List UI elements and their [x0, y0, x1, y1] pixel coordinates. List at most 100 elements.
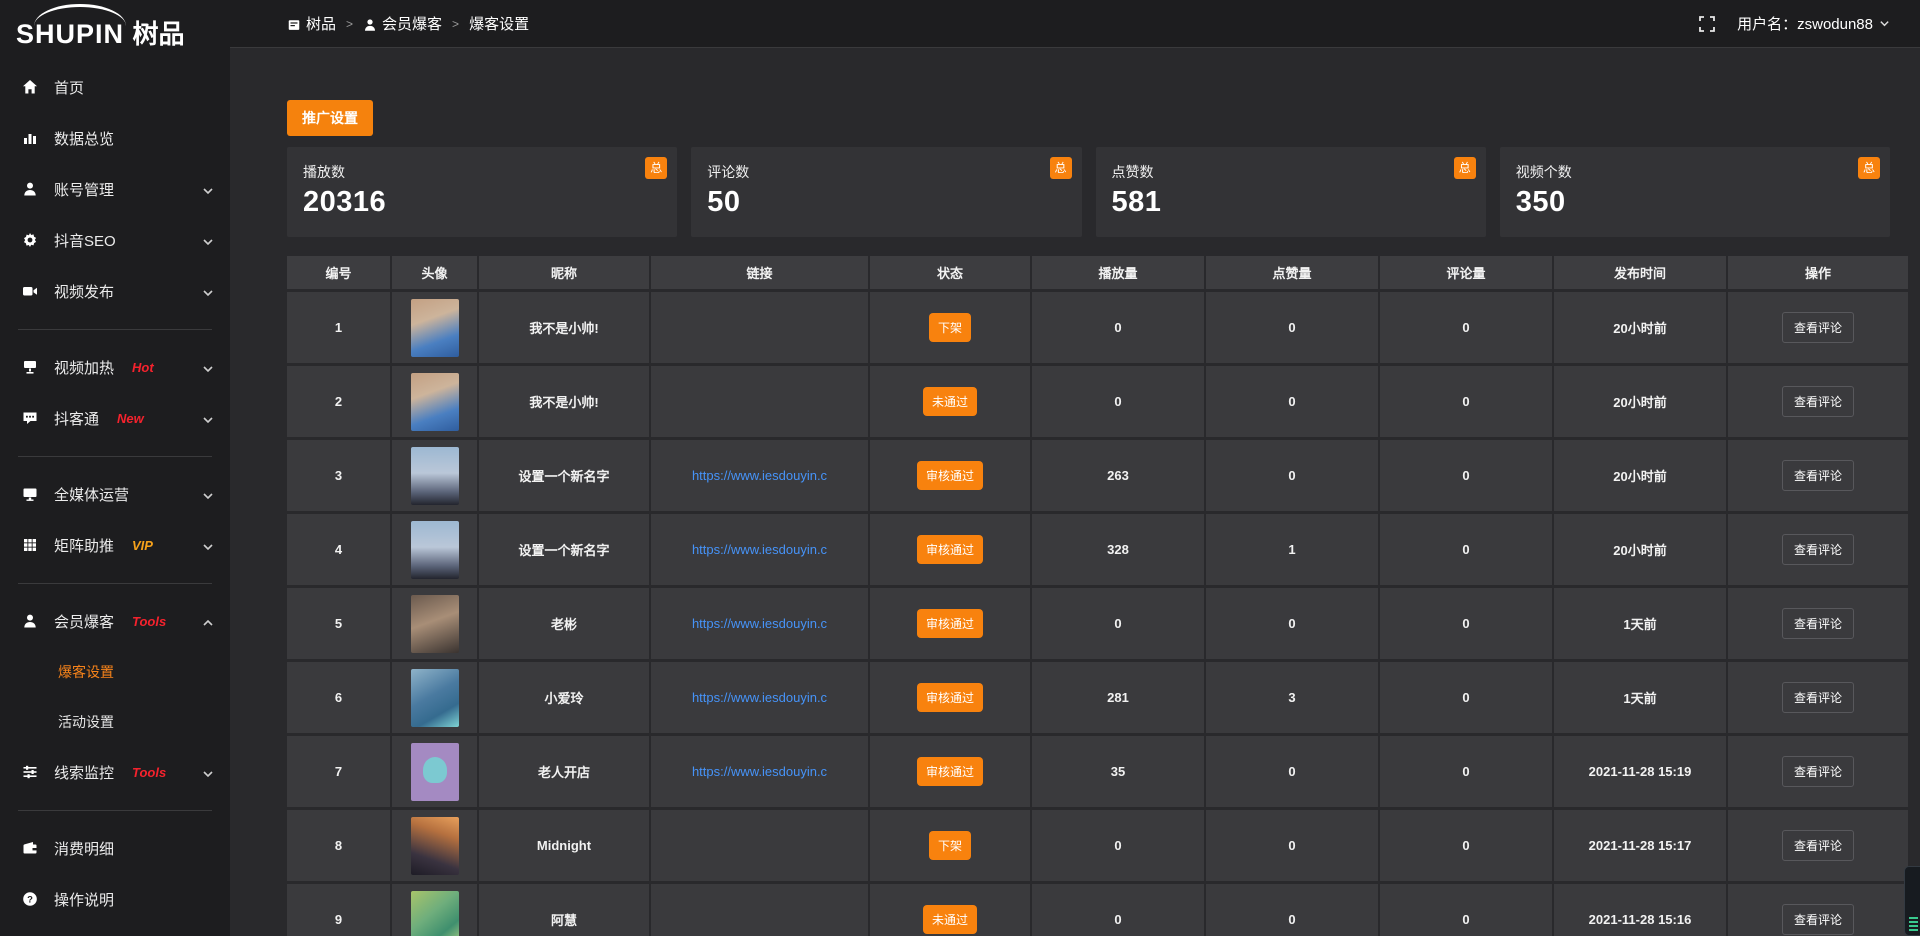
cell-status: 审核通过 [870, 440, 1030, 511]
avatar [411, 743, 459, 801]
total-badge: 总 [645, 157, 667, 179]
sidebar-item-label: 账号管理 [54, 179, 114, 200]
view-comments-button[interactable]: 查看评论 [1782, 830, 1854, 861]
cell-plays: 263 [1032, 440, 1204, 511]
stat-card-label: 点赞数 [1112, 162, 1470, 182]
sidebar-item-lead-monitor[interactable]: 线索监控Tools [0, 747, 230, 798]
cell-nickname: 我不是小帅! [479, 292, 649, 363]
sidebar-item-media-ops[interactable]: 全媒体运营 [0, 469, 230, 520]
chevron-down-icon [202, 767, 214, 779]
sliders-icon [22, 764, 39, 781]
sidebar-item-member-baoke[interactable]: 会员爆客Tools [0, 596, 230, 647]
video-link[interactable]: https://www.iesdouyin.c [692, 542, 827, 557]
breadcrumb-item-item[interactable]: 树品 [287, 13, 336, 34]
chevron-down-icon [202, 184, 214, 196]
cell-comments: 0 [1380, 662, 1552, 733]
chart-icon [22, 130, 39, 147]
cell-likes: 0 [1206, 292, 1378, 363]
sidebar-item-instructions[interactable]: ?操作说明 [0, 874, 230, 925]
view-comments-button[interactable]: 查看评论 [1782, 904, 1854, 935]
main-column: 树品>会员爆客>爆客设置 用户名：zswodun88 推广设置 播放数总 2031… [230, 0, 1920, 936]
sidebar-item-consumption-detail[interactable]: 消费明细 [0, 823, 230, 874]
status-badge: 审核通过 [917, 609, 983, 638]
chevron-down-icon [202, 489, 214, 501]
breadcrumb-item-baoke-settings: 爆客设置 [469, 13, 529, 34]
home-icon [22, 79, 39, 96]
cell-status: 审核通过 [870, 588, 1030, 659]
stat-card-label: 播放数 [303, 162, 661, 182]
sidebar-item-home[interactable]: 首页 [0, 62, 230, 113]
video-link[interactable]: https://www.iesdouyin.c [692, 690, 827, 705]
topbar: 树品>会员爆客>爆客设置 用户名：zswodun88 [230, 0, 1920, 48]
view-comments-button[interactable]: 查看评论 [1782, 534, 1854, 565]
cell-link: https://www.iesdouyin.c [651, 514, 868, 585]
sidebar-item-douketong[interactable]: 抖客通New [0, 393, 230, 444]
monitor-icon [22, 486, 39, 503]
cell-actions: 查看评论 [1728, 588, 1908, 659]
cell-avatar [392, 588, 477, 659]
sidebar: SHUPIN 树品 首页数据总览账号管理抖音SEO视频发布视频加热Hot抖客通N… [0, 0, 230, 936]
stat-card-label: 评论数 [707, 162, 1065, 182]
fullscreen-icon[interactable] [1699, 16, 1715, 32]
cell-avatar [392, 292, 477, 363]
table-header-cell: 状态 [870, 256, 1030, 289]
promo-settings-button[interactable]: 推广设置 [287, 100, 373, 136]
stat-card-value: 50 [707, 186, 1065, 219]
video-link[interactable]: https://www.iesdouyin.c [692, 616, 827, 631]
cell-likes: 3 [1206, 662, 1378, 733]
avatar [411, 299, 459, 357]
cell-id: 5 [287, 588, 390, 659]
sidebar-item-douyin-seo[interactable]: 抖音SEO [0, 215, 230, 266]
view-comments-button[interactable]: 查看评论 [1782, 608, 1854, 639]
cell-avatar [392, 366, 477, 437]
sidebar-subitem-baoke-settings[interactable]: 爆客设置 [0, 647, 230, 697]
view-comments-button[interactable]: 查看评论 [1782, 682, 1854, 713]
user-dropdown[interactable]: 用户名：zswodun88 [1737, 13, 1890, 34]
sidebar-item-matrix-boost[interactable]: 矩阵助推VIP [0, 520, 230, 571]
view-comments-button[interactable]: 查看评论 [1782, 460, 1854, 491]
cell-actions: 查看评论 [1728, 440, 1908, 511]
video-icon [22, 283, 39, 300]
brand-logo[interactable]: SHUPIN 树品 [0, 0, 230, 58]
cell-link: https://www.iesdouyin.c [651, 736, 868, 807]
sidebar-subitem-activity-settings[interactable]: 活动设置 [0, 697, 230, 747]
video-link[interactable]: https://www.iesdouyin.c [692, 764, 827, 779]
cell-id: 1 [287, 292, 390, 363]
cell-publish-time: 20小时前 [1554, 440, 1726, 511]
breadcrumb-item-member-baoke[interactable]: 会员爆客 [363, 13, 442, 34]
grid-icon [22, 537, 39, 554]
sidebar-item-video-publish[interactable]: 视频发布 [0, 266, 230, 317]
sidebar-item-badge: Tools [132, 614, 166, 629]
cell-publish-time: 1天前 [1554, 662, 1726, 733]
cell-id: 3 [287, 440, 390, 511]
chat-icon [22, 410, 39, 427]
sidebar-item-label: 首页 [54, 77, 84, 98]
cell-link [651, 884, 868, 936]
floating-extension-handle[interactable] [1904, 866, 1920, 936]
view-comments-button[interactable]: 查看评论 [1782, 312, 1854, 343]
sidebar-item-accounts[interactable]: 账号管理 [0, 164, 230, 215]
cell-comments: 0 [1380, 884, 1552, 936]
table-header-cell: 操作 [1728, 256, 1908, 289]
avatar [411, 817, 459, 875]
status-badge: 审核通过 [917, 683, 983, 712]
topbar-right: 用户名：zswodun88 [1699, 13, 1890, 34]
stat-card-value: 20316 [303, 186, 661, 219]
cell-nickname: 阿慧 [479, 884, 649, 936]
menu-divider [18, 456, 212, 457]
menu-divider [18, 583, 212, 584]
cell-link [651, 810, 868, 881]
view-comments-button[interactable]: 查看评论 [1782, 756, 1854, 787]
stat-card-value: 581 [1112, 186, 1470, 219]
cell-link: https://www.iesdouyin.c [651, 588, 868, 659]
view-comments-button[interactable]: 查看评论 [1782, 386, 1854, 417]
sidebar-item-video-heat[interactable]: 视频加热Hot [0, 342, 230, 393]
video-link[interactable]: https://www.iesdouyin.c [692, 468, 827, 483]
cell-comments: 0 [1380, 736, 1552, 807]
cell-comments: 0 [1380, 366, 1552, 437]
cell-publish-time: 2021-11-28 15:17 [1554, 810, 1726, 881]
stat-card: 播放数总 20316 [287, 147, 677, 237]
cell-plays: 0 [1032, 884, 1204, 936]
sidebar-item-data-overview[interactable]: 数据总览 [0, 113, 230, 164]
sidebar-item-badge: VIP [132, 538, 153, 553]
